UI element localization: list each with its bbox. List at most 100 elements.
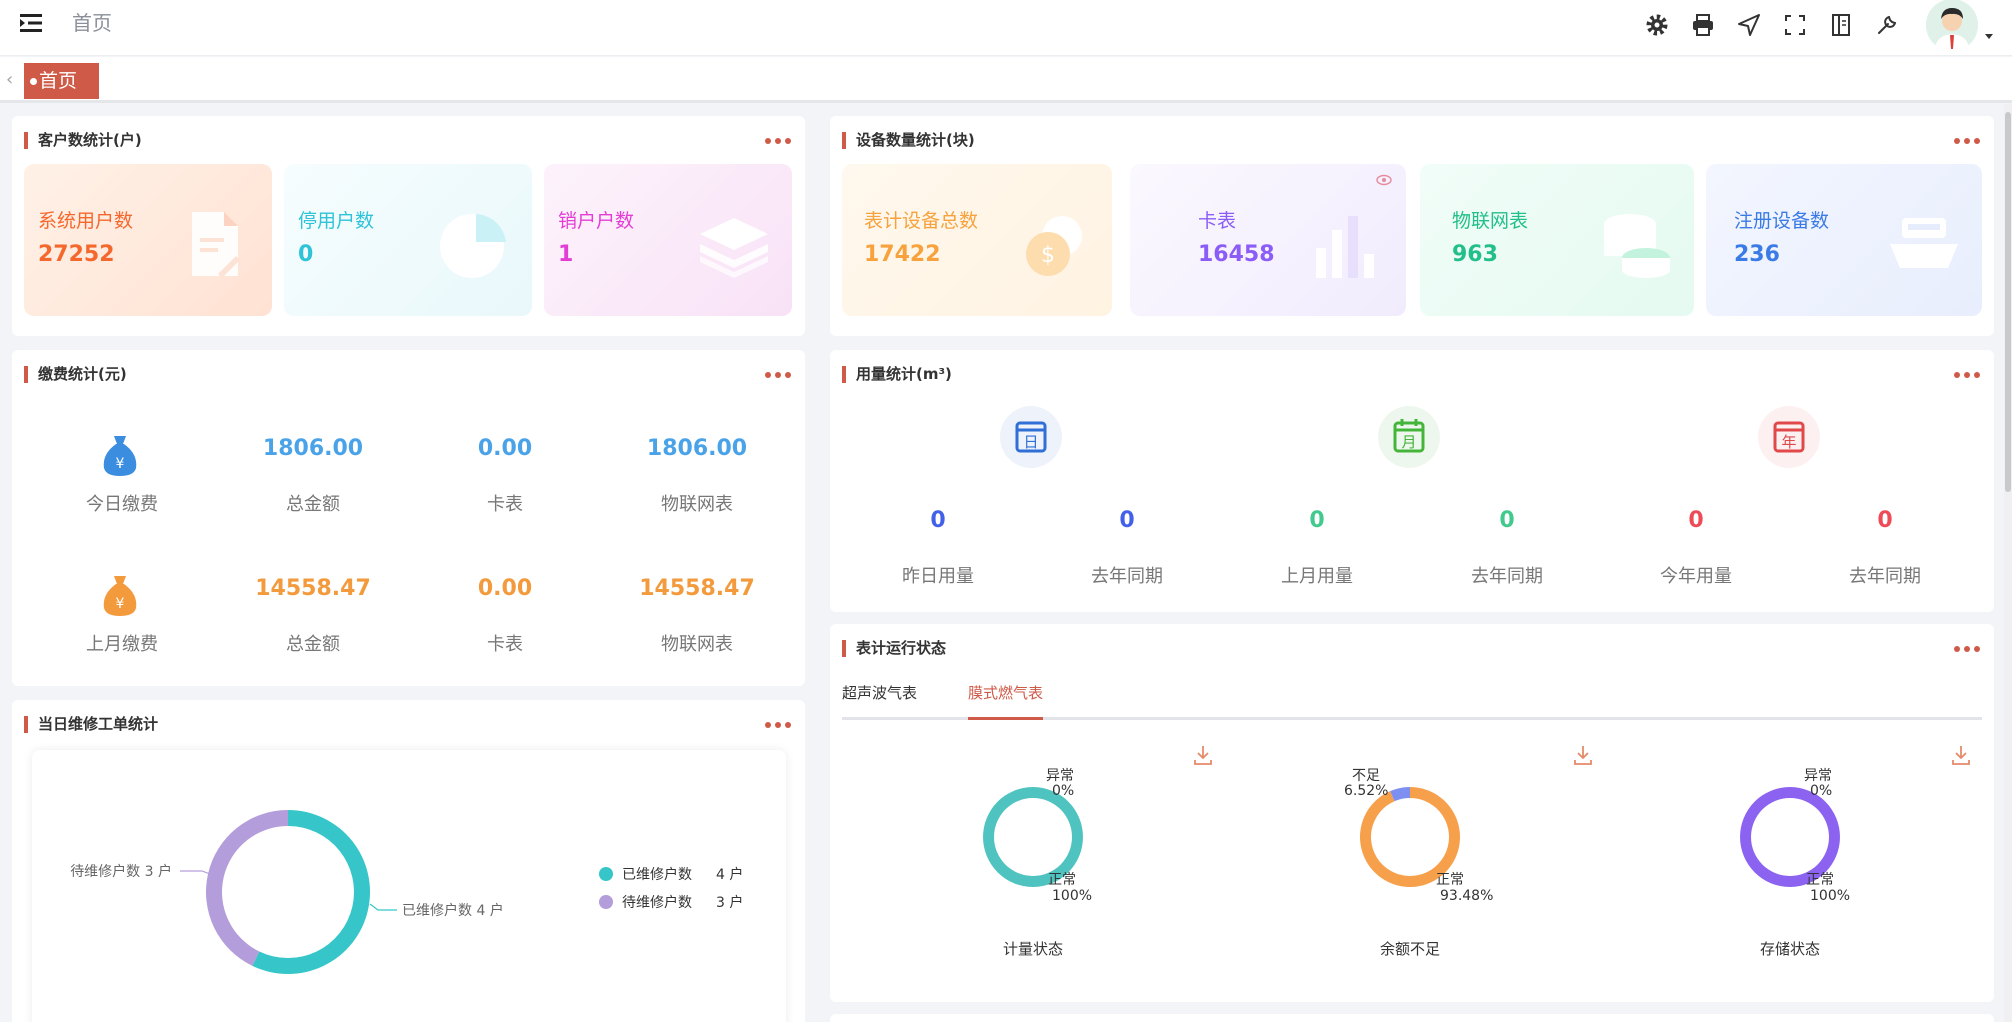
card-label: 表计设备总数 bbox=[864, 210, 979, 232]
document-icon bbox=[192, 212, 240, 278]
card-card-meters[interactable]: 卡表 16458 bbox=[1130, 164, 1406, 316]
header-tools bbox=[1624, 0, 1994, 51]
top-header: 首页 bbox=[0, 0, 2012, 56]
svg-text:日: 日 bbox=[1023, 433, 1038, 451]
calendar-month-icon: 月 bbox=[1378, 406, 1440, 468]
book-icon[interactable] bbox=[1828, 12, 1854, 38]
calendar-year-icon: 年 bbox=[1758, 406, 1820, 468]
card-label: 系统用户数 bbox=[38, 210, 134, 232]
pending-label: 待维修户数 3 户 bbox=[70, 863, 172, 880]
repair-donut-slice-1[interactable] bbox=[206, 810, 288, 966]
next-panel-edge bbox=[830, 1014, 1994, 1022]
fee-today-label: 今日缴费 bbox=[86, 494, 158, 515]
coin-icon: $ bbox=[1026, 216, 1082, 276]
eye-icon[interactable] bbox=[1376, 174, 1392, 186]
gauge-bottom-label: 正常 bbox=[1436, 872, 1464, 888]
legend-swatch-pending[interactable] bbox=[599, 895, 613, 909]
card-value: 963 bbox=[1452, 242, 1498, 267]
fee-month-card: 0.00 bbox=[477, 576, 533, 601]
legend-label-repaired[interactable]: 已维修户数 bbox=[622, 866, 692, 883]
gauge-bottom-pct: 100% bbox=[1052, 888, 1092, 904]
panel-title: 当日维修工单统计 bbox=[24, 716, 158, 733]
svg-text:¥: ¥ bbox=[116, 596, 125, 612]
money-bag-orange-icon: ¥ bbox=[103, 576, 137, 616]
usage-label: 今年用量 bbox=[1660, 566, 1732, 587]
more-icon[interactable] bbox=[765, 372, 791, 380]
page-scrollbar[interactable] bbox=[2004, 104, 2012, 1022]
gauge-bottom-label: 正常 bbox=[1048, 872, 1076, 888]
tabs-scroll-left-icon[interactable]: ‹ bbox=[6, 69, 13, 90]
fee-month-iot: 14558.47 bbox=[639, 576, 755, 601]
card-disabled-users[interactable]: 停用户数 0 bbox=[284, 164, 532, 316]
menu-fold-icon[interactable] bbox=[18, 10, 44, 36]
scrollbar-thumb[interactable] bbox=[2005, 112, 2011, 492]
card-total-meters[interactable]: 表计设备总数 17422 $ bbox=[842, 164, 1112, 316]
usage-label: 去年同期 bbox=[1849, 566, 1921, 587]
card-label: 卡表 bbox=[1198, 210, 1237, 232]
repaired-label: 已维修户数 4 户 bbox=[402, 902, 504, 919]
money-bag-blue-icon: ¥ bbox=[103, 436, 137, 476]
usage-label: 去年同期 bbox=[1471, 566, 1543, 587]
card-value: 27252 bbox=[38, 242, 115, 267]
meter-status-panel: 表计运行状态 超声波气表 膜式燃气表 异常 0% 正常 100% 计量状态 不足… bbox=[830, 624, 1994, 1002]
breadcrumb[interactable]: 首页 bbox=[72, 10, 112, 36]
card-iot-meters[interactable]: 物联网表 963 bbox=[1420, 164, 1694, 316]
fee-last-month-label: 上月缴费 bbox=[86, 634, 158, 655]
pie-chart-icon bbox=[440, 214, 506, 278]
legend-swatch-repaired[interactable] bbox=[599, 867, 613, 881]
fee-month-total: 14558.47 bbox=[255, 576, 371, 601]
gauge-top-label: 异常 bbox=[1046, 768, 1074, 784]
chevron-down-icon[interactable] bbox=[1984, 31, 1994, 41]
active-dot-icon bbox=[30, 78, 37, 85]
card-closed-accounts[interactable]: 销户户数 1 bbox=[544, 164, 792, 316]
usage-value: 0 bbox=[1309, 508, 1325, 533]
usage-value: 0 bbox=[1119, 508, 1135, 533]
card-registered-devices[interactable]: 注册设备数 236 bbox=[1706, 164, 1982, 316]
svg-text:年: 年 bbox=[1781, 433, 1796, 451]
more-icon[interactable] bbox=[1954, 372, 1980, 380]
tab-home-label: 首页 bbox=[39, 70, 78, 92]
card-label: 停用户数 bbox=[298, 210, 375, 232]
settings-gear-icon[interactable] bbox=[1644, 12, 1670, 38]
fullscreen-icon[interactable] bbox=[1782, 12, 1808, 38]
user-avatar[interactable] bbox=[1926, 0, 1978, 51]
more-icon[interactable] bbox=[765, 138, 791, 146]
gauge-name: 计量状态 bbox=[1003, 940, 1063, 958]
tab-home[interactable]: 首页 bbox=[24, 63, 99, 99]
panel-title: 设备数量统计(块) bbox=[842, 132, 975, 149]
fee-stats-panel: 缴费统计(元) ¥ 今日缴费 1806.00 总金额 0.00 卡表 1806.… bbox=[12, 350, 805, 686]
gauge-top-label: 不足 bbox=[1352, 768, 1380, 784]
panel-title: 用量统计(m³) bbox=[842, 366, 952, 383]
calendar-day-icon: 日 bbox=[1000, 406, 1062, 468]
more-icon[interactable] bbox=[1954, 138, 1980, 146]
gauge-top-pct: 0% bbox=[1810, 783, 1832, 799]
fee-today-card-label: 卡表 bbox=[487, 494, 523, 515]
gauge-top-pct: 6.52% bbox=[1344, 783, 1388, 799]
card-label: 物联网表 bbox=[1452, 210, 1529, 232]
card-label: 注册设备数 bbox=[1734, 210, 1830, 232]
repair-donut-slice-0[interactable] bbox=[252, 810, 371, 974]
fee-today-total: 1806.00 bbox=[262, 436, 364, 461]
card-system-users[interactable]: 系统用户数 27252 bbox=[24, 164, 272, 316]
usage-stats-panel: 用量统计(m³) 日 月 年 0 昨日用量 0 去年同期 0 上月用量 0 去年… bbox=[830, 350, 1994, 612]
more-icon[interactable] bbox=[765, 722, 791, 730]
send-icon[interactable] bbox=[1736, 12, 1762, 38]
print-icon[interactable] bbox=[1690, 12, 1716, 38]
fee-today-iot-label: 物联网表 bbox=[661, 494, 733, 515]
usage-value: 0 bbox=[930, 508, 946, 533]
label-leader-line bbox=[369, 903, 397, 911]
usage-label: 去年同期 bbox=[1091, 566, 1163, 587]
wrench-icon[interactable] bbox=[1874, 12, 1900, 38]
panel-title: 缴费统计(元) bbox=[24, 366, 127, 383]
svg-text:$: $ bbox=[1041, 243, 1055, 268]
gauge-bottom-pct: 93.48% bbox=[1440, 888, 1493, 904]
card-value: 17422 bbox=[864, 242, 941, 267]
tabs-bar: ‹ 首页 bbox=[0, 57, 2012, 103]
usage-label: 上月用量 bbox=[1281, 566, 1353, 587]
fee-month-card-label: 卡表 bbox=[487, 634, 523, 655]
legend-label-pending[interactable]: 待维修户数 bbox=[622, 894, 692, 911]
fee-today-total-label: 总金额 bbox=[286, 494, 340, 515]
usage-value: 0 bbox=[1499, 508, 1515, 533]
gauge-top-label: 异常 bbox=[1804, 768, 1832, 784]
legend-count-pending: 3 户 bbox=[716, 894, 743, 911]
